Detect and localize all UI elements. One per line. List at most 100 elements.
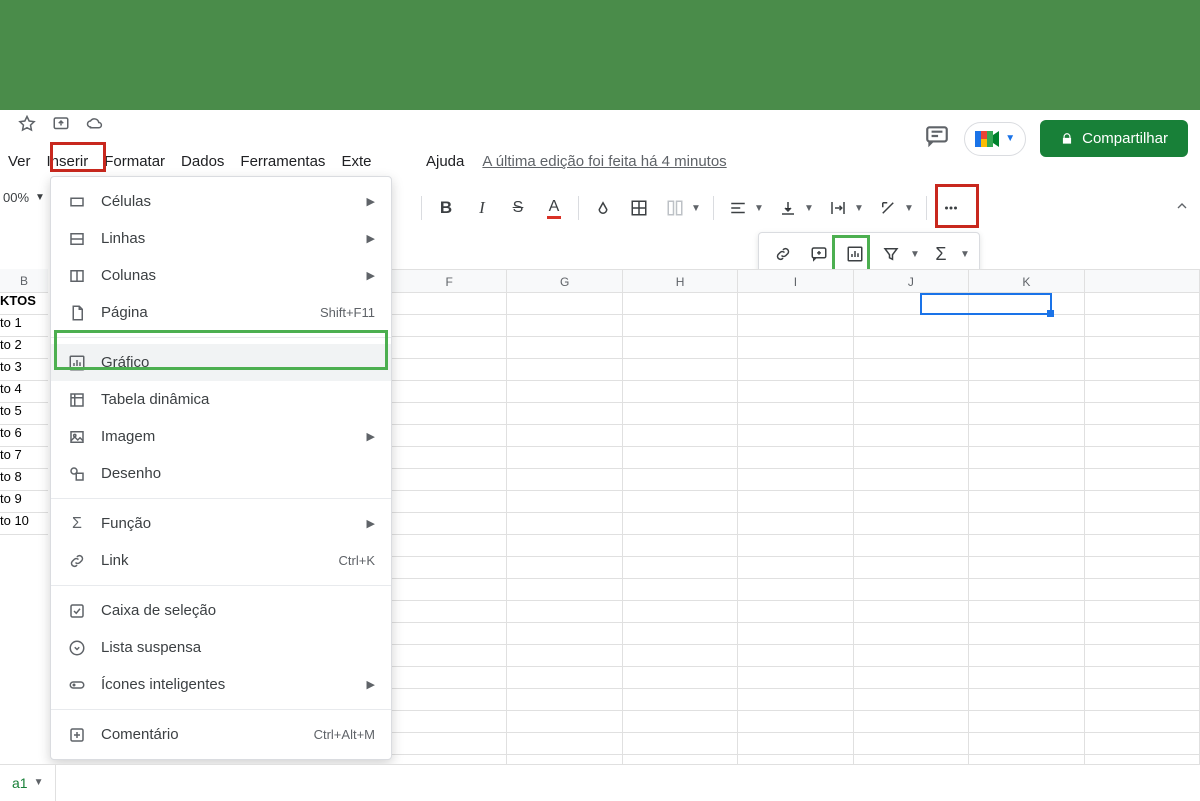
- column-header-k[interactable]: K: [969, 270, 1084, 292]
- grid-cell[interactable]: [854, 491, 969, 512]
- grid-cell[interactable]: [738, 579, 853, 600]
- move-to-drive-icon[interactable]: [52, 115, 70, 138]
- grid-cell[interactable]: [507, 425, 622, 446]
- grid-cell[interactable]: [969, 337, 1084, 358]
- grid-cell[interactable]: [1085, 491, 1200, 512]
- grid-cell[interactable]: [1085, 469, 1200, 490]
- grid-cell[interactable]: [1085, 447, 1200, 468]
- sheet-tab-active[interactable]: a1 ▼: [0, 765, 56, 801]
- grid-cell[interactable]: [1085, 689, 1200, 710]
- grid-cell[interactable]: [969, 403, 1084, 424]
- grid-cell[interactable]: [623, 491, 738, 512]
- grid-cell[interactable]: [507, 733, 622, 754]
- menu-item-comment[interactable]: Comentário Ctrl+Alt+M: [51, 716, 391, 753]
- grid-cell[interactable]: [969, 535, 1084, 556]
- grid-cell[interactable]: [738, 557, 853, 578]
- grid-cell[interactable]: [1085, 337, 1200, 358]
- column-header-j[interactable]: J: [854, 270, 969, 292]
- grid-cell[interactable]: [854, 733, 969, 754]
- cell[interactable]: to 5: [0, 403, 48, 425]
- grid-cell[interactable]: [1085, 513, 1200, 534]
- menu-item-image[interactable]: Imagem ▶: [51, 418, 391, 455]
- grid-body[interactable]: [392, 293, 1200, 764]
- grid-cell[interactable]: [969, 315, 1084, 336]
- grid-cell[interactable]: [854, 711, 969, 732]
- grid-cell[interactable]: [969, 381, 1084, 402]
- share-button[interactable]: Compartilhar: [1040, 120, 1188, 157]
- menu-ferramentas[interactable]: Ferramentas: [232, 148, 333, 175]
- grid-cell[interactable]: [738, 315, 853, 336]
- grid-cell[interactable]: [969, 469, 1084, 490]
- grid-cell[interactable]: [1085, 381, 1200, 402]
- grid-cell[interactable]: [623, 535, 738, 556]
- grid-cell[interactable]: [507, 711, 622, 732]
- column-header-i[interactable]: I: [738, 270, 853, 292]
- chevron-down-icon[interactable]: ▼: [959, 249, 971, 260]
- halign-button[interactable]: [720, 190, 756, 226]
- grid-row[interactable]: [392, 315, 1200, 337]
- grid-row[interactable]: [392, 689, 1200, 711]
- menu-ver[interactable]: Ver: [0, 148, 39, 175]
- grid-cell[interactable]: [623, 293, 738, 314]
- grid-cell[interactable]: [969, 491, 1084, 512]
- grid-cell[interactable]: [969, 579, 1084, 600]
- grid-cell[interactable]: [738, 535, 853, 556]
- grid-cell[interactable]: [392, 711, 507, 732]
- grid-row[interactable]: [392, 447, 1200, 469]
- grid-cell[interactable]: [623, 689, 738, 710]
- grid-cell[interactable]: [623, 447, 738, 468]
- menu-inserir[interactable]: Inserir: [39, 148, 97, 175]
- menu-ajuda[interactable]: Ajuda: [426, 148, 464, 175]
- grid-cell[interactable]: [854, 623, 969, 644]
- grid-cell[interactable]: [623, 667, 738, 688]
- grid-cell[interactable]: [507, 491, 622, 512]
- grid-cell[interactable]: [969, 447, 1084, 468]
- grid-cell[interactable]: [969, 513, 1084, 534]
- comment-history-icon[interactable]: [924, 123, 950, 154]
- menu-formatar[interactable]: Formatar: [96, 148, 173, 175]
- meet-button[interactable]: ▼: [964, 122, 1026, 156]
- grid-cell[interactable]: [738, 447, 853, 468]
- grid-cell[interactable]: [969, 425, 1084, 446]
- grid-cell[interactable]: [392, 601, 507, 622]
- grid-cell[interactable]: [623, 623, 738, 644]
- grid-cell[interactable]: [392, 315, 507, 336]
- grid-row[interactable]: [392, 469, 1200, 491]
- grid-cell[interactable]: [854, 535, 969, 556]
- grid-cell[interactable]: [392, 535, 507, 556]
- grid-cell[interactable]: [1085, 315, 1200, 336]
- insert-comment-button[interactable]: [801, 236, 837, 272]
- menu-item-function[interactable]: Σ Função ▶: [51, 505, 391, 542]
- grid-cell[interactable]: [392, 293, 507, 314]
- column-header-h[interactable]: H: [623, 270, 738, 292]
- grid-cell[interactable]: [854, 557, 969, 578]
- grid-cell[interactable]: [392, 689, 507, 710]
- menu-item-rows[interactable]: Linhas ▶: [51, 220, 391, 257]
- fill-color-button[interactable]: [585, 190, 621, 226]
- grid-cell[interactable]: [854, 513, 969, 534]
- rotation-button[interactable]: [870, 190, 906, 226]
- grid-cell[interactable]: [392, 579, 507, 600]
- grid-cell[interactable]: [392, 447, 507, 468]
- collapse-toolbar-icon[interactable]: [1174, 198, 1190, 219]
- chevron-down-icon[interactable]: ▼: [909, 249, 921, 260]
- grid-cell[interactable]: [623, 601, 738, 622]
- grid-cell[interactable]: [1085, 293, 1200, 314]
- grid-cell[interactable]: [1085, 425, 1200, 446]
- grid-cell[interactable]: [738, 381, 853, 402]
- grid-row[interactable]: [392, 579, 1200, 601]
- grid-cell[interactable]: [969, 623, 1084, 644]
- grid-cell[interactable]: [623, 557, 738, 578]
- grid-cell[interactable]: [392, 557, 507, 578]
- grid-cell[interactable]: [1085, 557, 1200, 578]
- grid-cell[interactable]: [854, 381, 969, 402]
- grid-row[interactable]: [392, 293, 1200, 315]
- grid-cell[interactable]: [507, 447, 622, 468]
- grid-cell[interactable]: [738, 711, 853, 732]
- grid-cell[interactable]: [392, 513, 507, 534]
- grid-cell[interactable]: [1085, 623, 1200, 644]
- grid-row[interactable]: [392, 623, 1200, 645]
- grid-row[interactable]: [392, 491, 1200, 513]
- grid-cell[interactable]: [507, 601, 622, 622]
- menu-item-smart-chips[interactable]: Ícones inteligentes ▶: [51, 666, 391, 703]
